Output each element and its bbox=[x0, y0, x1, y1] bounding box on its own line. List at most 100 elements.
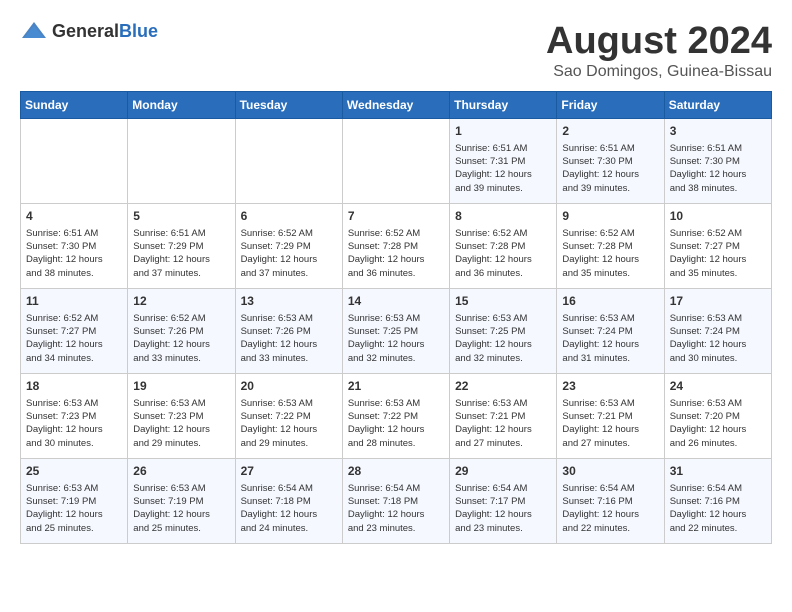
day-info: Sunrise: 6:54 AM Sunset: 7:18 PM Dayligh… bbox=[241, 482, 337, 535]
subtitle: Sao Domingos, Guinea-Bissau bbox=[546, 63, 772, 81]
header-row: Sunday Monday Tuesday Wednesday Thursday… bbox=[21, 92, 772, 119]
col-wednesday: Wednesday bbox=[342, 92, 449, 119]
calendar-cell: 7 Sunrise: 6:52 AM Sunset: 7:28 PM Daylig… bbox=[342, 204, 449, 289]
calendar-cell: 2Sunrise: 6:51 AM Sunset: 7:30 PM Daylig… bbox=[557, 119, 664, 204]
day-number: 9 bbox=[562, 208, 658, 225]
day-info: Sunrise: 6:54 AM Sunset: 7:16 PM Dayligh… bbox=[670, 482, 766, 535]
day-number: 30 bbox=[562, 463, 658, 480]
day-number: 29 bbox=[455, 463, 551, 480]
calendar-cell bbox=[128, 119, 235, 204]
calendar-cell: 10Sunrise: 6:52 AM Sunset: 7:27 PM Dayli… bbox=[664, 204, 771, 289]
day-number: 3 bbox=[670, 123, 766, 140]
day-number: 26 bbox=[133, 463, 229, 480]
day-info: Sunrise: 6:53 AM Sunset: 7:23 PM Dayligh… bbox=[133, 397, 229, 450]
day-info: Sunrise: 6:53 AM Sunset: 7:24 PM Dayligh… bbox=[670, 312, 766, 365]
day-number: 1 bbox=[455, 123, 551, 140]
day-number: 24 bbox=[670, 378, 766, 395]
day-info: Sunrise: 6:51 AM Sunset: 7:31 PM Dayligh… bbox=[455, 142, 551, 195]
day-number: 7 bbox=[348, 208, 444, 225]
day-number: 11 bbox=[26, 293, 122, 310]
calendar-cell: 23Sunrise: 6:53 AM Sunset: 7:21 PM Dayli… bbox=[557, 374, 664, 459]
day-info: Sunrise: 6:53 AM Sunset: 7:25 PM Dayligh… bbox=[348, 312, 444, 365]
day-number: 27 bbox=[241, 463, 337, 480]
day-info: Sunrise: 6:52 AM Sunset: 7:29 PM Dayligh… bbox=[241, 227, 337, 280]
title-area: August 2024 Sao Domingos, Guinea-Bissau bbox=[546, 20, 772, 81]
calendar-cell: 20 Sunrise: 6:53 AM Sunset: 7:22 PM Dayli… bbox=[235, 374, 342, 459]
day-info: Sunrise: 6:53 AM Sunset: 7:19 PM Dayligh… bbox=[133, 482, 229, 535]
day-info: Sunrise: 6:53 AM Sunset: 7:19 PM Dayligh… bbox=[26, 482, 122, 535]
day-info: Sunrise: 6:53 AM Sunset: 7:20 PM Dayligh… bbox=[670, 397, 766, 450]
day-info: Sunrise: 6:54 AM Sunset: 7:17 PM Dayligh… bbox=[455, 482, 551, 535]
calendar-week-row: 25Sunrise: 6:53 AM Sunset: 7:19 PM Dayli… bbox=[21, 459, 772, 544]
calendar-cell: 31Sunrise: 6:54 AM Sunset: 7:16 PM Dayli… bbox=[664, 459, 771, 544]
day-number: 16 bbox=[562, 293, 658, 310]
col-saturday: Saturday bbox=[664, 92, 771, 119]
calendar-cell: 9 Sunrise: 6:52 AM Sunset: 7:28 PM Daylig… bbox=[557, 204, 664, 289]
calendar-cell: 11 Sunrise: 6:52 AM Sunset: 7:27 PM Dayli… bbox=[21, 289, 128, 374]
calendar-cell: 26 Sunrise: 6:53 AM Sunset: 7:19 PM Dayli… bbox=[128, 459, 235, 544]
logo-text: GeneralBlue bbox=[52, 21, 158, 42]
day-info: Sunrise: 6:52 AM Sunset: 7:27 PM Dayligh… bbox=[26, 312, 122, 365]
day-info: Sunrise: 6:53 AM Sunset: 7:26 PM Dayligh… bbox=[241, 312, 337, 365]
calendar-cell: 3Sunrise: 6:51 AM Sunset: 7:30 PM Daylig… bbox=[664, 119, 771, 204]
calendar-cell: 16 Sunrise: 6:53 AM Sunset: 7:24 PM Dayli… bbox=[557, 289, 664, 374]
day-info: Sunrise: 6:54 AM Sunset: 7:18 PM Dayligh… bbox=[348, 482, 444, 535]
day-number: 19 bbox=[133, 378, 229, 395]
calendar-header: Sunday Monday Tuesday Wednesday Thursday… bbox=[21, 92, 772, 119]
day-info: Sunrise: 6:52 AM Sunset: 7:27 PM Dayligh… bbox=[670, 227, 766, 280]
day-number: 14 bbox=[348, 293, 444, 310]
calendar-cell: 19 Sunrise: 6:53 AM Sunset: 7:23 PM Dayli… bbox=[128, 374, 235, 459]
day-number: 20 bbox=[241, 378, 337, 395]
col-thursday: Thursday bbox=[450, 92, 557, 119]
day-info: Sunrise: 6:52 AM Sunset: 7:26 PM Dayligh… bbox=[133, 312, 229, 365]
calendar-week-row: 11 Sunrise: 6:52 AM Sunset: 7:27 PM Dayli… bbox=[21, 289, 772, 374]
calendar-week-row: 18 Sunrise: 6:53 AM Sunset: 7:23 PM Dayli… bbox=[21, 374, 772, 459]
day-info: Sunrise: 6:53 AM Sunset: 7:24 PM Dayligh… bbox=[562, 312, 658, 365]
page-header: GeneralBlue August 2024 Sao Domingos, Gu… bbox=[20, 20, 772, 81]
calendar-cell bbox=[342, 119, 449, 204]
day-number: 2 bbox=[562, 123, 658, 140]
day-number: 22 bbox=[455, 378, 551, 395]
col-tuesday: Tuesday bbox=[235, 92, 342, 119]
calendar-table: Sunday Monday Tuesday Wednesday Thursday… bbox=[20, 91, 772, 544]
calendar-cell: 17Sunrise: 6:53 AM Sunset: 7:24 PM Dayli… bbox=[664, 289, 771, 374]
calendar-body: 1 Sunrise: 6:51 AM Sunset: 7:31 PM Daylig… bbox=[21, 119, 772, 544]
calendar-cell: 27 Sunrise: 6:54 AM Sunset: 7:18 PM Dayli… bbox=[235, 459, 342, 544]
calendar-cell: 5 Sunrise: 6:51 AM Sunset: 7:29 PM Daylig… bbox=[128, 204, 235, 289]
day-info: Sunrise: 6:54 AM Sunset: 7:16 PM Dayligh… bbox=[562, 482, 658, 535]
calendar-week-row: 4 Sunrise: 6:51 AM Sunset: 7:30 PM Daylig… bbox=[21, 204, 772, 289]
calendar-cell: 12Sunrise: 6:52 AM Sunset: 7:26 PM Dayli… bbox=[128, 289, 235, 374]
logo: GeneralBlue bbox=[20, 20, 158, 42]
calendar-cell: 24 Sunrise: 6:53 AM Sunset: 7:20 PM Dayli… bbox=[664, 374, 771, 459]
day-number: 5 bbox=[133, 208, 229, 225]
day-info: Sunrise: 6:51 AM Sunset: 7:30 PM Dayligh… bbox=[26, 227, 122, 280]
day-info: Sunrise: 6:52 AM Sunset: 7:28 PM Dayligh… bbox=[455, 227, 551, 280]
day-number: 6 bbox=[241, 208, 337, 225]
calendar-cell bbox=[21, 119, 128, 204]
col-sunday: Sunday bbox=[21, 92, 128, 119]
day-info: Sunrise: 6:52 AM Sunset: 7:28 PM Dayligh… bbox=[348, 227, 444, 280]
day-number: 13 bbox=[241, 293, 337, 310]
calendar-cell: 21Sunrise: 6:53 AM Sunset: 7:22 PM Dayli… bbox=[342, 374, 449, 459]
calendar-cell: 4 Sunrise: 6:51 AM Sunset: 7:30 PM Daylig… bbox=[21, 204, 128, 289]
day-number: 18 bbox=[26, 378, 122, 395]
day-number: 15 bbox=[455, 293, 551, 310]
day-info: Sunrise: 6:53 AM Sunset: 7:23 PM Dayligh… bbox=[26, 397, 122, 450]
calendar-cell: 25Sunrise: 6:53 AM Sunset: 7:19 PM Dayli… bbox=[21, 459, 128, 544]
calendar-cell: 14 Sunrise: 6:53 AM Sunset: 7:25 PM Dayli… bbox=[342, 289, 449, 374]
day-info: Sunrise: 6:53 AM Sunset: 7:22 PM Dayligh… bbox=[348, 397, 444, 450]
day-info: Sunrise: 6:51 AM Sunset: 7:29 PM Dayligh… bbox=[133, 227, 229, 280]
day-number: 4 bbox=[26, 208, 122, 225]
logo-icon bbox=[20, 20, 48, 42]
day-number: 28 bbox=[348, 463, 444, 480]
calendar-cell: 18 Sunrise: 6:53 AM Sunset: 7:23 PM Dayli… bbox=[21, 374, 128, 459]
day-info: Sunrise: 6:53 AM Sunset: 7:25 PM Dayligh… bbox=[455, 312, 551, 365]
day-info: Sunrise: 6:52 AM Sunset: 7:28 PM Dayligh… bbox=[562, 227, 658, 280]
day-number: 23 bbox=[562, 378, 658, 395]
calendar-cell: 22Sunrise: 6:53 AM Sunset: 7:21 PM Dayli… bbox=[450, 374, 557, 459]
day-info: Sunrise: 6:53 AM Sunset: 7:22 PM Dayligh… bbox=[241, 397, 337, 450]
day-number: 8 bbox=[455, 208, 551, 225]
col-friday: Friday bbox=[557, 92, 664, 119]
calendar-cell: 1 Sunrise: 6:51 AM Sunset: 7:31 PM Daylig… bbox=[450, 119, 557, 204]
calendar-cell: 30 Sunrise: 6:54 AM Sunset: 7:16 PM Dayli… bbox=[557, 459, 664, 544]
